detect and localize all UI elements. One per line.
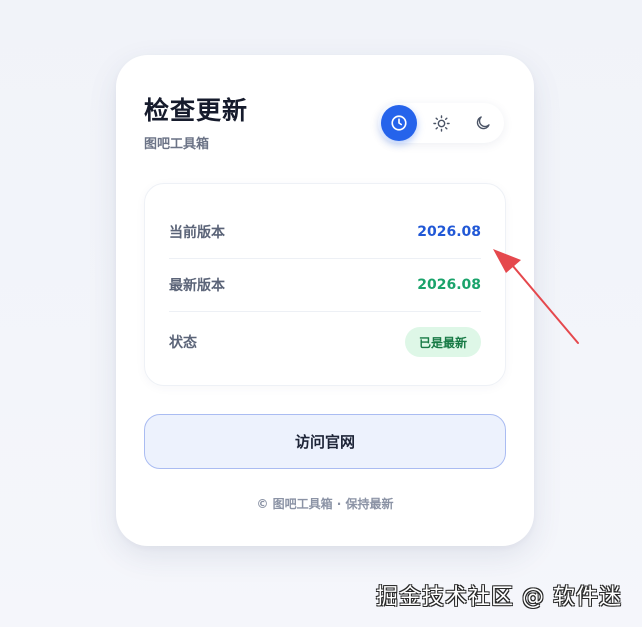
theme-auto-button[interactable] — [381, 105, 417, 141]
status-row: 状态 已是最新 — [169, 314, 481, 370]
page-title: 检查更新 — [144, 96, 249, 125]
sun-icon — [432, 114, 450, 132]
theme-switch — [378, 103, 504, 143]
current-version-label: 当前版本 — [169, 225, 225, 241]
status-label: 状态 — [169, 335, 197, 351]
update-card: 检查更新 图吧工具箱 当前版本 2026.08 最新版本 2026.08 状态 … — [116, 55, 534, 546]
clock-icon — [391, 115, 407, 131]
latest-version-row: 最新版本 2026.08 — [169, 259, 481, 312]
current-version-value: 2026.08 — [417, 224, 481, 240]
theme-dark-button[interactable] — [465, 105, 501, 141]
latest-version-label: 最新版本 — [169, 278, 225, 294]
watermark: 掘金技术社区 @ 软件迷 — [376, 585, 622, 610]
visit-website-button[interactable]: 访问官网 — [144, 414, 506, 469]
latest-version-value: 2026.08 — [417, 277, 481, 293]
current-version-row: 当前版本 2026.08 — [169, 206, 481, 259]
app-name: 图吧工具箱 — [144, 137, 210, 152]
status-badge: 已是最新 — [404, 327, 481, 357]
moon-icon — [476, 116, 490, 130]
theme-light-button[interactable] — [423, 105, 459, 141]
footer-text: © 图吧工具箱 · 保持最新 — [256, 497, 394, 511]
version-info-panel: 当前版本 2026.08 最新版本 2026.08 状态 已是最新 — [144, 183, 506, 386]
